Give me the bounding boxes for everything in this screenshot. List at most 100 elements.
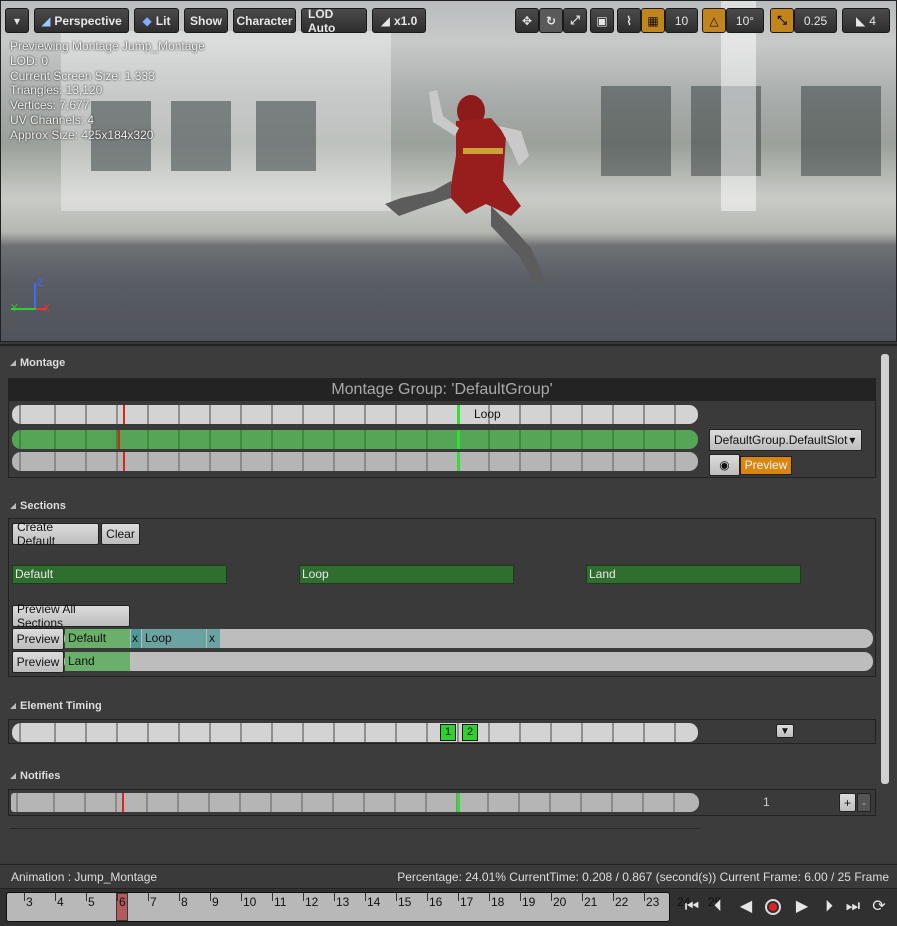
slot-preview-button[interactable]: Preview — [740, 456, 792, 475]
scale-snap-value[interactable]: 0.25 — [794, 8, 837, 33]
preview-viewport[interactable]: ▾ ◢ Perspective ◆ Lit Show Character LOD A… — [0, 0, 897, 342]
lod-button[interactable]: LOD Auto — [301, 7, 367, 35]
viewport-options-button[interactable]: ▾ — [5, 8, 29, 33]
notifies-section-header[interactable]: Notifies — [10, 770, 60, 782]
notify-track-index: 1 — [763, 795, 770, 809]
slot-dropdown[interactable]: DefaultGroup.DefaultSlot ▾ — [709, 429, 862, 451]
stat-line: Vertices: 7,677 — [10, 98, 90, 113]
section-marker[interactable] — [457, 405, 460, 424]
grid-icon: ▦ — [647, 13, 659, 28]
section-bar-default[interactable]: Default — [12, 565, 227, 584]
loop-icon[interactable]: ⟳ — [869, 897, 889, 917]
collapse-triangle-icon — [10, 773, 16, 780]
timeline-tick — [365, 893, 366, 901]
slot-track[interactable] — [12, 430, 698, 449]
move-icon: ✥ — [521, 13, 533, 28]
animation-name-label: Animation : Jump_Montage — [11, 870, 158, 884]
timeline-frame-label: 11 — [274, 895, 287, 909]
element-timing-dropdown[interactable]: ▼ — [776, 724, 794, 738]
panel-scrollbar[interactable] — [881, 354, 889, 784]
camera-speed-label: 4 — [869, 13, 876, 28]
timeline-bar[interactable]: 3 4 5 6 7 8 9 10 11 12 13 14 15 16 17 18 19 20 21 22 23 24 25 … — [0, 888, 897, 926]
montage-section-header[interactable]: Montage — [10, 357, 65, 369]
background-window — [801, 86, 881, 176]
axis-gizmo: Z Y X — [9, 277, 53, 317]
timing-marker[interactable]: 2 — [462, 724, 478, 741]
speed-icon: ◢ — [380, 13, 390, 28]
slot-preview-icon-button[interactable]: ◉ — [709, 454, 740, 476]
chain-chip-loop[interactable]: Loop — [142, 629, 206, 648]
timeline-scrubber[interactable]: 3 4 5 6 7 8 9 10 11 12 13 14 15 16 17 18 19 20 21 22 23 24 25 — [6, 892, 721, 922]
chain-remove-button[interactable]: x — [131, 629, 141, 648]
step-back-icon[interactable]: ⏴ — [708, 897, 728, 917]
jump-to-start-icon[interactable]: ⏮ — [682, 897, 702, 917]
create-default-button[interactable]: Create Default — [12, 520, 99, 548]
section-marker — [457, 452, 460, 471]
timeline-tick — [644, 893, 645, 901]
sections-header-label: Sections — [20, 500, 66, 512]
timeline-frame-label: 14 — [367, 895, 381, 909]
play-reverse-icon[interactable]: ◀ — [736, 897, 756, 917]
coordinate-space-button[interactable]: ▣ — [590, 8, 614, 33]
axis-x-label: X — [43, 303, 50, 314]
scale-snap-toggle[interactable]: ⤡ — [770, 8, 794, 33]
timeline-frame-label: 17 — [460, 895, 474, 909]
rotate-mode-button[interactable]: ↻ — [539, 8, 563, 33]
lit-button[interactable]: ◆ Lit — [134, 8, 179, 33]
timeline-tick — [55, 893, 56, 901]
stat-line: LOD: 0 — [10, 53, 49, 68]
montage-group-title: Montage Group: 'DefaultGroup' — [9, 379, 875, 401]
stat-line: Current Screen Size: 1.333 — [10, 68, 155, 83]
timing-marker[interactable]: 1 — [440, 724, 456, 741]
sections-section-header[interactable]: Sections — [10, 500, 66, 512]
add-notify-track-button[interactable]: + — [839, 793, 856, 812]
section-bar-loop[interactable]: Loop — [299, 565, 514, 584]
surface-snap-button[interactable]: ⌇ — [617, 8, 641, 33]
playback-speed-button[interactable]: ◢ x1.0 — [372, 8, 426, 33]
scale-mode-button[interactable]: ⤢ — [563, 8, 587, 33]
sections-box: Create Default Clear Default Loop Land P… — [8, 518, 876, 677]
section-track[interactable]: Loop — [12, 405, 698, 424]
grid-snap-toggle[interactable]: ▦ — [641, 8, 665, 33]
timeline-frame-label: 15 — [398, 895, 412, 909]
timeline-tick — [179, 893, 180, 901]
chain-chip-default[interactable]: Default — [65, 629, 130, 648]
element-timing-section-header[interactable]: Element Timing — [10, 700, 102, 712]
section-bar-land[interactable]: Land — [586, 565, 801, 584]
timeline-tick — [706, 893, 707, 901]
show-button[interactable]: Show — [184, 8, 228, 33]
character-button[interactable]: Character — [233, 8, 296, 33]
slot-preview-track[interactable] — [12, 452, 698, 471]
rotation-snap-toggle[interactable]: △ — [702, 8, 726, 33]
step-forward-icon[interactable]: ⏵ — [819, 897, 839, 917]
notifies-track[interactable] — [11, 793, 699, 812]
camera-icon: ◢ — [41, 13, 51, 28]
timeline-frame-label: 13 — [336, 895, 350, 909]
collapse-triangle-icon — [10, 703, 16, 710]
viewport-stats: Previewing Montage Jump_Montage LOD: 0 C… — [10, 39, 205, 143]
rotation-snap-value[interactable]: 10° — [726, 8, 764, 33]
element-timing-track[interactable]: 1 2 — [12, 723, 698, 742]
preview-all-sections-button[interactable]: Preview All Sections — [12, 602, 130, 630]
preview-chain-button[interactable]: Preview — [12, 628, 64, 650]
jump-to-end-icon[interactable]: ⏭ — [843, 897, 863, 917]
chain-chip-land[interactable]: Land — [65, 652, 130, 671]
perspective-button[interactable]: ◢ Perspective — [34, 8, 129, 33]
remove-notify-track-button[interactable]: - — [857, 793, 871, 812]
record-icon[interactable] — [763, 897, 783, 917]
timeline-tick — [582, 893, 583, 901]
clear-sections-button[interactable]: Clear — [101, 523, 140, 545]
collapse-triangle-icon — [10, 503, 16, 510]
stat-line: Previewing Montage Jump_Montage — [10, 39, 205, 53]
background-window — [256, 101, 316, 171]
montage-editor-panel: Montage Montage Group: 'DefaultGroup' Lo… — [0, 344, 897, 862]
rotation-snap-label: 10° — [735, 13, 755, 28]
play-icon[interactable]: ▶ — [792, 897, 812, 917]
grid-snap-value[interactable]: 10 — [665, 8, 698, 33]
chain-remove-button[interactable]: x — [207, 629, 220, 648]
translate-mode-button[interactable]: ✥ — [515, 8, 539, 33]
divider — [10, 828, 700, 829]
background-window — [601, 86, 671, 176]
preview-chain-button[interactable]: Preview — [12, 651, 64, 673]
camera-speed-button[interactable]: ◣ 4 — [842, 8, 890, 33]
